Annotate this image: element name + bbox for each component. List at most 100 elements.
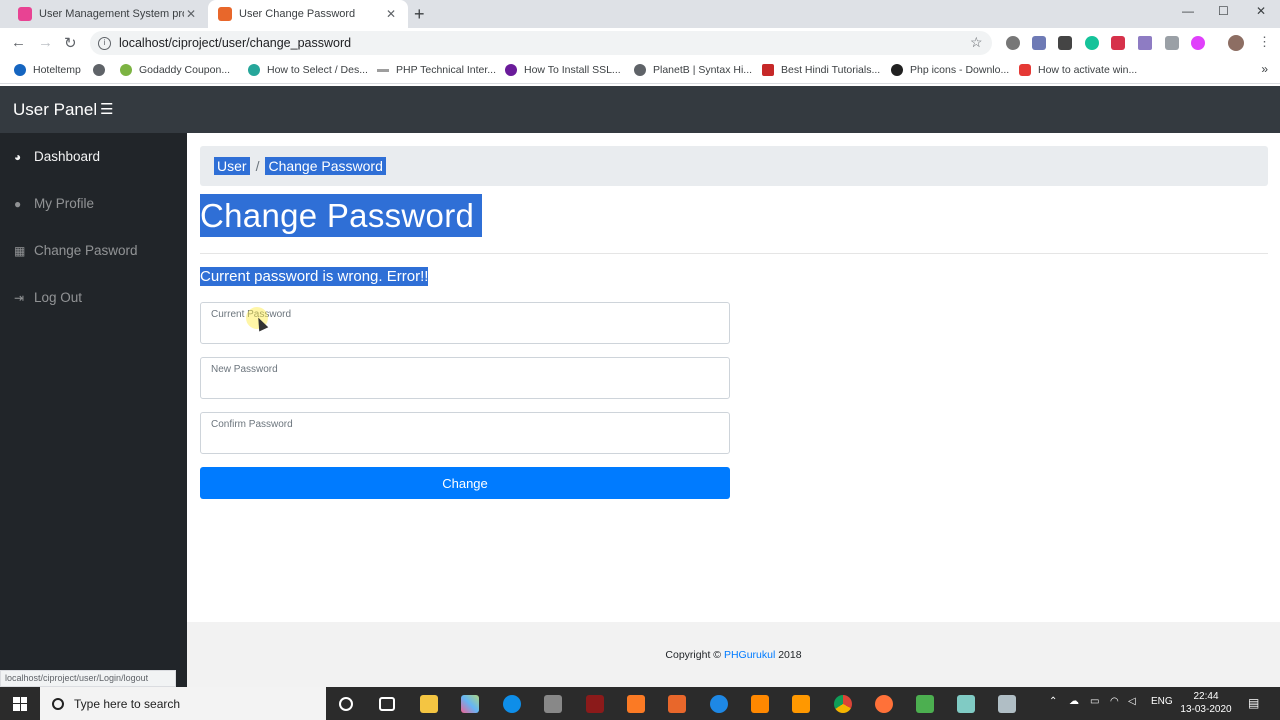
browser-menu-icon[interactable]: ⋮ xyxy=(1258,34,1271,50)
vlc-icon[interactable] xyxy=(751,695,769,713)
search-icon xyxy=(52,697,64,710)
tab-close-icon[interactable]: ✕ xyxy=(184,7,198,21)
new-tab-icon[interactable]: + xyxy=(414,4,425,25)
maximize-icon[interactable]: ☐ xyxy=(1218,4,1229,18)
tray-arrow-icon[interactable]: ⌃ xyxy=(1049,696,1057,707)
current-password-input[interactable] xyxy=(211,323,716,341)
pen-extension-icon[interactable] xyxy=(1138,36,1152,50)
bookmark-item[interactable]: How to activate win... xyxy=(1019,64,1137,76)
snipping-icon[interactable] xyxy=(544,695,562,713)
tab-favicon-icon xyxy=(18,7,32,21)
signout-icon: ⇥ xyxy=(14,290,25,305)
tab-user-management[interactable]: User Management System proje ✕ xyxy=(8,0,208,28)
current-password-field[interactable]: Current Password xyxy=(200,302,730,344)
sublime-icon[interactable] xyxy=(792,695,810,713)
onedrive-icon[interactable]: ☁ xyxy=(1069,696,1079,707)
breadcrumb-current: Change Password xyxy=(265,157,386,175)
bookmarks-bar: Hoteltemp Godaddy Coupon... How to Selec… xyxy=(0,58,1280,84)
wifi-icon[interactable]: ◠ xyxy=(1110,696,1119,707)
bookmark-item[interactable]: Best Hindi Tutorials... xyxy=(762,64,880,76)
taskbar: Type here to search ⌃ ☁ ▭ ◠ ◁ ENG 22:44 … xyxy=(0,687,1280,720)
breadcrumb-link-user[interactable]: User xyxy=(214,157,250,175)
edge-icon[interactable] xyxy=(710,695,728,713)
menu-toggle-icon[interactable]: ☰ xyxy=(100,100,113,118)
sidebar: ◕ Dashboard ● My Profile ▦ Change Paswor… xyxy=(0,133,187,687)
notepad-icon[interactable] xyxy=(957,695,975,713)
bookmark-item[interactable]: Godaddy Coupon... xyxy=(120,64,230,76)
brand-title[interactable]: User Panel xyxy=(13,100,97,120)
bookmark-favicon-icon xyxy=(248,64,260,76)
paint-icon[interactable] xyxy=(461,695,479,713)
sidebar-item-dashboard[interactable]: ◕ Dashboard xyxy=(14,149,100,164)
bookmark-item[interactable]: How to Select / Des... xyxy=(248,64,368,76)
reload-icon[interactable]: ↻ xyxy=(64,34,77,52)
windows-icon xyxy=(13,696,27,711)
function-extension-icon[interactable] xyxy=(1058,36,1072,50)
page-title-text: Change Password xyxy=(200,194,483,237)
bookmark-favicon-icon xyxy=(762,64,774,76)
bookmark-item[interactable]: PlanetB | Syntax Hi... xyxy=(634,64,752,76)
breadcrumb-separator: / xyxy=(255,158,260,174)
back-icon[interactable]: ← xyxy=(11,34,26,51)
browser-toolbar: ← → ↻ i localhost/ciproject/user/change_… xyxy=(0,28,1280,58)
address-bar[interactable]: i localhost/ciproject/user/change_passwo… xyxy=(90,31,992,55)
tab-favicon-icon xyxy=(218,7,232,21)
bookmarks-overflow-icon[interactable]: » xyxy=(1261,62,1268,76)
clock[interactable]: 22:44 13-03-2020 xyxy=(1180,690,1232,716)
clock-date: 13-03-2020 xyxy=(1180,704,1232,715)
change-button[interactable]: Change xyxy=(200,467,730,499)
cortana-icon[interactable] xyxy=(339,697,353,711)
globe-icon xyxy=(93,64,105,76)
divider xyxy=(200,253,1268,254)
bookmark-item[interactable]: Php icons - Downlo... xyxy=(891,64,1009,76)
new-password-input[interactable] xyxy=(211,378,716,396)
color-picker-icon[interactable] xyxy=(1191,36,1205,50)
volume-icon[interactable]: ◁ xyxy=(1128,696,1136,707)
profile-avatar[interactable] xyxy=(1228,35,1244,51)
battery-icon[interactable]: ▭ xyxy=(1090,696,1099,707)
tab-change-password[interactable]: User Change Password ✕ xyxy=(208,0,408,28)
sidebar-item-my-profile[interactable]: ● My Profile xyxy=(14,196,94,211)
php-extension-icon[interactable] xyxy=(1032,36,1046,50)
forward-icon[interactable]: → xyxy=(38,34,53,51)
pocket-icon[interactable] xyxy=(1111,36,1125,50)
bookmark-favicon-icon xyxy=(377,68,389,72)
confirm-password-input[interactable] xyxy=(211,433,716,451)
bookmark-item[interactable] xyxy=(93,64,112,76)
tab-close-icon[interactable]: ✕ xyxy=(384,7,398,21)
file-explorer-icon[interactable] xyxy=(420,695,438,713)
app-icon[interactable] xyxy=(916,695,934,713)
bookmark-item[interactable]: How To Install SSL... xyxy=(505,64,621,76)
bookmark-star-icon[interactable]: ☆ xyxy=(970,34,983,51)
window-close-icon[interactable]: ✕ xyxy=(1256,4,1266,18)
sidebar-item-change-password[interactable]: ▦ Change Pasword xyxy=(14,243,138,258)
language-indicator[interactable]: ENG xyxy=(1151,696,1173,707)
confirm-password-field[interactable]: Confirm Password xyxy=(200,412,730,454)
teamviewer-icon[interactable] xyxy=(503,695,521,713)
task-view-icon[interactable] xyxy=(379,697,395,711)
filezilla-icon[interactable] xyxy=(586,695,604,713)
grammarly-icon[interactable] xyxy=(1085,36,1099,50)
sidebar-item-label: Log Out xyxy=(34,290,83,305)
app-icon[interactable] xyxy=(668,695,686,713)
bookmark-favicon-icon xyxy=(120,64,132,76)
footer-link[interactable]: PHGurukul xyxy=(724,649,775,661)
new-password-field[interactable]: New Password xyxy=(200,357,730,399)
dashboard-icon: ◕ xyxy=(14,149,22,164)
notification-icon[interactable]: ▤ xyxy=(1248,696,1259,710)
minimize-icon[interactable]: — xyxy=(1182,4,1194,18)
bookmark-item[interactable]: PHP Technical Inter... xyxy=(377,64,496,76)
new-password-label: New Password xyxy=(211,364,278,375)
firefox-icon[interactable] xyxy=(875,695,893,713)
sidebar-item-log-out[interactable]: ⇥ Log Out xyxy=(14,290,82,305)
camera-extension-icon[interactable] xyxy=(1165,36,1179,50)
extension-icon[interactable] xyxy=(1006,36,1020,50)
taskbar-search[interactable]: Type here to search xyxy=(40,687,326,720)
chrome-icon[interactable] xyxy=(834,695,852,713)
xampp-icon[interactable] xyxy=(627,695,645,713)
bookmark-item[interactable]: Hoteltemp xyxy=(14,64,81,76)
tab-title: User Change Password xyxy=(239,8,356,20)
app-icon[interactable] xyxy=(998,695,1016,713)
start-button[interactable] xyxy=(0,687,40,720)
info-icon[interactable]: i xyxy=(98,36,111,50)
